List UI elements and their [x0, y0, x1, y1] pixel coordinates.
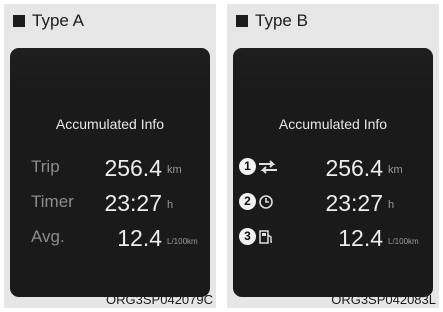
timer-row: 2 23:27 h [233, 189, 433, 217]
trip-label: Trip [31, 157, 60, 176]
timer-row: Timer 23:27 h [10, 189, 210, 217]
trip-value: 256.4 [325, 155, 383, 181]
timer-value: 23:27 [325, 190, 383, 216]
type-b-panel: Type B Accumulated Info 1 256.4 km 2 23:… [227, 4, 439, 308]
type-a-title: Type A [32, 11, 84, 30]
trip-unit: km [388, 164, 403, 176]
trip-value: 256.4 [104, 155, 162, 181]
fuel-pump-icon [258, 229, 274, 245]
clock-icon [258, 194, 274, 210]
type-b-title: Type B [255, 11, 308, 30]
type-b-cluster-screen: Accumulated Info 1 256.4 km 2 23:27 h 3 … [233, 48, 433, 297]
number-3-badge: 3 [239, 228, 256, 245]
avg-row: 3 12.4 L/100km [233, 224, 433, 252]
number-1-badge: 1 [239, 158, 256, 175]
accumulated-info-title: Accumulated Info [55, 116, 165, 132]
accumulated-info-title: Accumulated Info [278, 116, 388, 132]
timer-unit: h [388, 199, 395, 211]
trip-arrows-icon [258, 159, 278, 174]
avg-row: Avg. 12.4 L/100km [10, 224, 210, 252]
timer-unit: h [167, 199, 174, 211]
avg-unit: L/100km [167, 237, 198, 246]
avg-unit: L/100km [388, 237, 419, 246]
timer-value: 23:27 [104, 190, 162, 216]
trip-row: Trip 256.4 km [10, 154, 210, 182]
type-b-header: Type B [236, 10, 308, 32]
type-a-caption: ORG3SP042079C [106, 292, 213, 307]
square-bullet-icon [236, 15, 248, 27]
avg-value: 12.4 [338, 225, 383, 251]
trip-unit: km [167, 164, 182, 176]
avg-value: 12.4 [117, 225, 162, 251]
type-a-header: Type A [13, 10, 84, 32]
square-bullet-icon [13, 15, 25, 27]
type-a-cluster-screen: Accumulated Info Trip 256.4 km Timer 23:… [10, 48, 210, 297]
type-b-caption: ORG3SP042083L [331, 292, 436, 307]
number-2-badge: 2 [239, 193, 256, 210]
trip-row: 1 256.4 km [233, 154, 433, 182]
timer-label: Timer [31, 192, 74, 211]
type-a-panel: Type A Accumulated Info Trip 256.4 km Ti… [4, 4, 216, 308]
avg-label: Avg. [31, 227, 65, 246]
